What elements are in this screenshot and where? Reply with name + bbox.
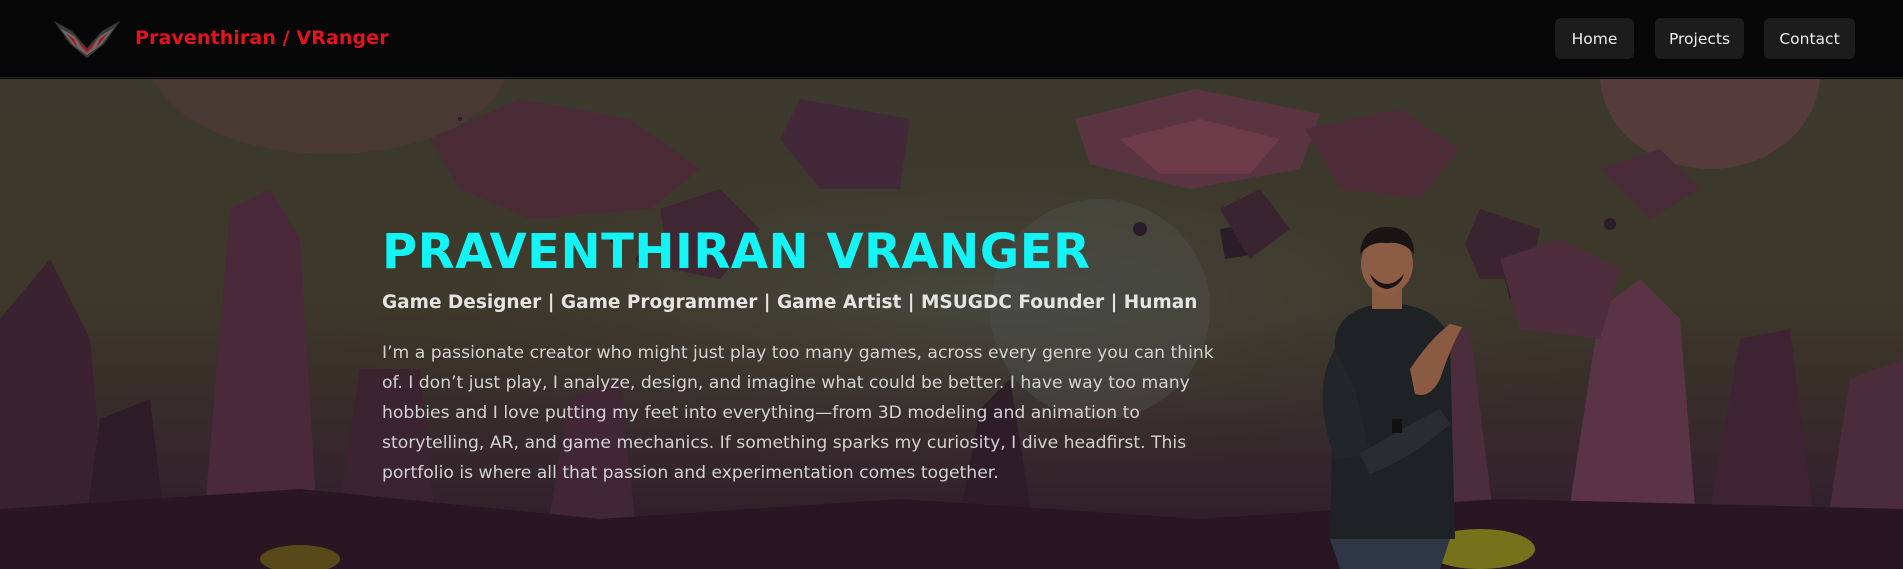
brand-name[interactable]: Praventhiran / VRanger [135,27,389,49]
hero-subtitle: Game Designer | Game Programmer | Game A… [382,292,1198,313]
hero-portrait-image [1322,227,1462,569]
top-navbar: Praventhiran / VRanger Home Projects Con… [0,0,1903,78]
hero-title: PRAVENTHIRAN VRANGER [382,224,1091,280]
nav-home-button[interactable]: Home [1555,18,1634,59]
nav-projects-button[interactable]: Projects [1655,18,1744,59]
alien-landscape-background [0,79,1903,569]
hero-description: I’m a passionate creator who might just … [382,343,1214,483]
v-wings-logo-icon[interactable] [52,18,122,60]
hero-section: PRAVENTHIRAN VRANGER Game Designer | Gam… [0,79,1903,569]
nav-contact-button[interactable]: Contact [1764,18,1855,59]
